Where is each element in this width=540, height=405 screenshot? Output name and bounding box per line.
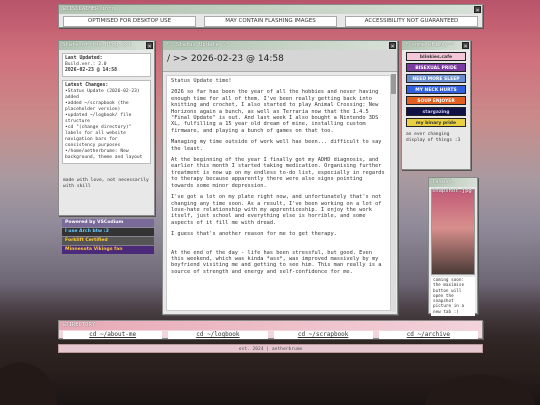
state-of-blog-window: State-of-the-Blog.txt × Last Updated: Bu… bbox=[58, 40, 155, 216]
badge-vscodium[interactable]: Powered by VSCodium bbox=[62, 219, 154, 227]
disclaimer-titlebar[interactable]: $DISCLAIMER.info × bbox=[59, 5, 482, 14]
directory-title: $DIRECTORY bbox=[62, 322, 96, 328]
footer: est. 2024 | aetherbrume bbox=[58, 344, 483, 353]
tagline: made with love, not necessarily with ski… bbox=[63, 178, 149, 189]
status-update-window: *~ Status Update ~* × / >> 2026-02-23 @ … bbox=[162, 40, 398, 315]
last-updated-date: 2026-02-23 @ 14:58 bbox=[65, 68, 117, 73]
nav-link-scrapbook[interactable]: cd ~/scrapbook bbox=[273, 331, 373, 339]
blinkie-button[interactable]: stargazing bbox=[406, 107, 466, 116]
disclaimer-item: MAY CONTAIN FLASHING IMAGES bbox=[204, 16, 337, 27]
status-paragraph: 2026 so far has been the year of all the… bbox=[171, 89, 379, 134]
powered-badges: Powered by VSCodium I use Arch btw :3 Fo… bbox=[62, 219, 154, 255]
directory-window: $DIRECTORY cd ~/about-me cd ~/logbook cd… bbox=[58, 320, 483, 339]
status-body: Status Update time! 2026 so far has been… bbox=[166, 75, 391, 311]
close-icon[interactable]: × bbox=[474, 6, 481, 14]
status-paragraph: Managing my time outside of work well ha… bbox=[171, 139, 382, 152]
whimsy-caption: an ever changing display of things :3 bbox=[406, 132, 461, 143]
snapshot-title: latest-snapshot.jpg bbox=[432, 179, 472, 194]
close-icon[interactable]: × bbox=[146, 42, 153, 50]
close-icon[interactable]: × bbox=[389, 42, 396, 50]
change-item: cd "(change directory)" labels for all w… bbox=[65, 125, 148, 149]
status-heading: / >> 2026-02-23 @ 14:58 bbox=[163, 50, 397, 72]
latest-changes-box: Latest Changes: Status Update (2026-02-2… bbox=[62, 80, 151, 164]
disclaimer-item: ACCESSIBILITY NOT GUARANTEED bbox=[345, 16, 478, 27]
badge-arch[interactable]: I use Arch btw :3 bbox=[62, 228, 154, 236]
change-item: updated ~/logbook/ file structure bbox=[65, 113, 148, 125]
status-paragraph: At the end of the day - life has been st… bbox=[171, 249, 382, 275]
nav-link-about-me[interactable]: cd ~/about-me bbox=[63, 331, 163, 339]
status-paragraph: I've got a lot on my plate right now, an… bbox=[171, 194, 382, 226]
whimsy-titlebar[interactable]: *~some whimsy~* × bbox=[402, 41, 470, 50]
status-paragraph: At the beginning of the year I finally g… bbox=[171, 157, 385, 189]
scrollbar-thumb[interactable] bbox=[391, 74, 396, 94]
blinkie-button[interactable]: SOUP ENJOYER bbox=[406, 96, 466, 105]
change-item: /home/aetherbrume: New background, theme… bbox=[65, 149, 148, 161]
nav-link-logbook[interactable]: cd ~/logbook bbox=[168, 331, 268, 339]
disclaimer-item: OPTIMISED FOR DESKTOP USE bbox=[63, 16, 196, 27]
close-icon[interactable]: × bbox=[462, 42, 469, 50]
blinkie-button[interactable]: BISEXUAL PRIDE bbox=[406, 63, 466, 72]
badge-forklift[interactable]: Forklift Certified bbox=[62, 237, 154, 245]
state-title: State-of-the-Blog.txt bbox=[62, 42, 132, 48]
badge-vikings[interactable]: Minnesota Vikings fan bbox=[62, 246, 154, 254]
status-title: *~ Status Update ~* bbox=[166, 42, 229, 48]
disclaimer-title: $DISCLAIMER.info bbox=[62, 6, 115, 12]
directory-titlebar[interactable]: $DIRECTORY bbox=[59, 321, 482, 330]
status-paragraph: Status Update time! bbox=[171, 78, 232, 84]
last-updated-box: Last Updated: Build.ver.: 2.0 2026-02-23… bbox=[62, 53, 151, 77]
snapshot-image[interactable] bbox=[431, 189, 475, 275]
blinkie-button[interactable]: MY NECK HURTS bbox=[406, 85, 466, 94]
blinkie-button[interactable]: my binary pride bbox=[406, 118, 466, 127]
nav-link-archive[interactable]: cd ~/archive bbox=[378, 331, 478, 339]
snapshot-titlebar[interactable]: latest-snapshot.jpg bbox=[429, 178, 477, 194]
disclaimer-window: $DISCLAIMER.info × OPTIMISED FOR DESKTOP… bbox=[58, 4, 483, 28]
blinkie-button[interactable]: NEED MORE SLEEP bbox=[406, 74, 466, 83]
blinkie-button[interactable]: blinkies.cafe bbox=[406, 52, 466, 61]
snapshot-window: latest-snapshot.jpg coming soon: the max… bbox=[428, 177, 478, 317]
status-paragraph: I guess that's another reason for me to … bbox=[171, 231, 337, 238]
snapshot-caption: coming soon: the maximise button will op… bbox=[431, 277, 475, 317]
status-scrollbar[interactable] bbox=[391, 74, 396, 312]
state-titlebar[interactable]: State-of-the-Blog.txt × bbox=[59, 41, 154, 50]
status-titlebar[interactable]: *~ Status Update ~* × bbox=[163, 41, 397, 50]
whimsy-window: *~some whimsy~* × blinkies.cafe BISEXUAL… bbox=[401, 40, 471, 170]
change-item: added ~/scrapbook (the placeholder versi… bbox=[65, 101, 148, 113]
change-item: Status Update (2026-02-23) added bbox=[65, 89, 148, 101]
whimsy-title: *~some whimsy~* bbox=[405, 42, 455, 48]
